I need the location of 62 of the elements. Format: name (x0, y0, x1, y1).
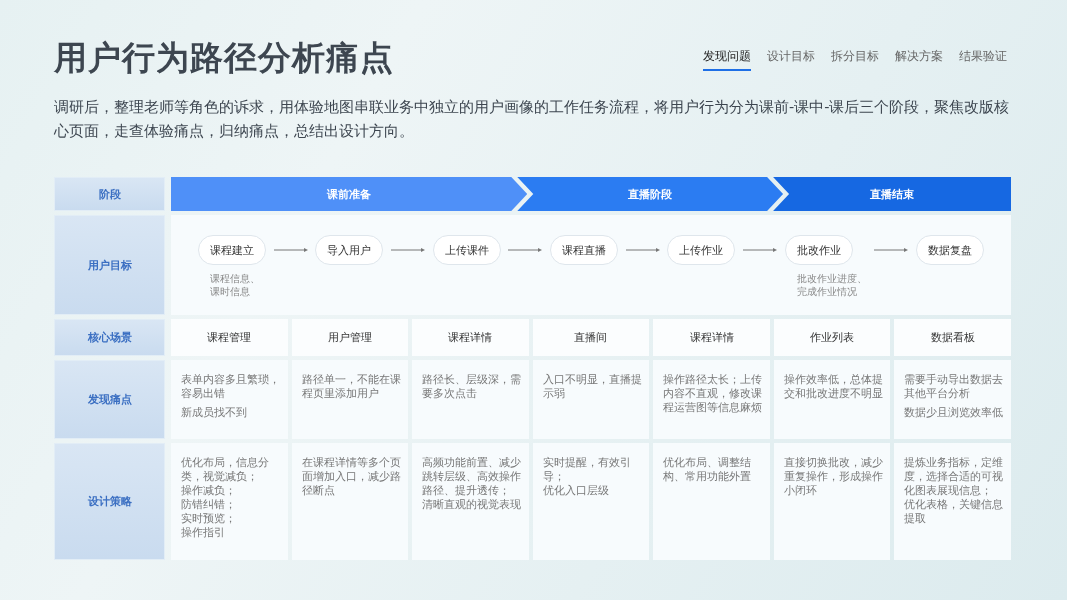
strategy-text: 实时提醒，有效引导； (542, 455, 632, 483)
pain-point-text: 需要手动导出数据去其他平台分析 (904, 372, 1005, 400)
row-label: 发现痛点 (54, 360, 165, 439)
stage-banner: 课前准备 (171, 177, 528, 211)
pain-point-text: 数据少且浏览效率低 (904, 405, 1005, 419)
strategy-text: 优化入口层级 (542, 483, 610, 497)
goal-note: 完成作业情况 (795, 285, 858, 298)
strategy-text: 在课程详情等多个页面增加入口，减少路径断点 (301, 455, 402, 497)
scene-cell: 课程管理 (171, 319, 288, 356)
strategy-text: 高频功能前置、减少跳转层级、高效操作路径、提升透传； (422, 455, 523, 497)
pain-point-text: 表单内容多且繁琐，容易出错 (181, 372, 281, 400)
row-label: 设计策略 (54, 443, 165, 560)
goal-note: 课时信息 (209, 285, 251, 298)
nav-tab[interactable]: 解决方案 (895, 48, 943, 73)
goal-step: 课程直播 (549, 235, 618, 265)
stage-banner: 直播结束 (773, 177, 1011, 211)
strategy-text: 防错纠错； (181, 497, 237, 511)
row-label: 核心场景 (54, 319, 165, 356)
intro-paragraph: 调研后，整理老师等角色的诉求，用体验地图串联业务中独立的用户画像的工作任务流程，将用户行为分为课前-课中-课后三个阶段，聚焦改版核心页面，走查体验痛点，归纳痛点，总结出设计方向。 (54, 98, 1011, 141)
strategy-text: 清晰直观的视觉表现 (422, 497, 523, 511)
strategy-text: 直接切换批改，减少重复操作，形成操作小闭环 (783, 455, 884, 497)
goal-note: 批改作业进度、 (795, 272, 867, 285)
strategy-text: 优化表格，关键信息提取 (904, 497, 1005, 525)
arrow-icon (390, 248, 425, 252)
strategy-text: 优化布局，信息分类，视觉减负； (181, 455, 270, 483)
goal-step: 上传课件 (432, 235, 501, 265)
goal-step: 导入用户 (315, 235, 384, 265)
pain-point-text: 路径长、层级深，需要多次点击 (422, 372, 523, 400)
goal-step: 上传作业 (667, 235, 736, 265)
nav-tab[interactable]: 发现问题 (703, 48, 751, 73)
row-label: 用户目标 (54, 215, 165, 315)
goal-step: 数据复盘 (915, 235, 984, 265)
arrow-icon (874, 248, 909, 252)
row-label: 阶段 (54, 177, 165, 211)
arrow-icon (508, 248, 543, 252)
goal-step: 课程建立 (198, 235, 266, 265)
nav-tab[interactable]: 拆分目标 (831, 48, 879, 73)
page-title: 用户行为路径分析痛点 (54, 37, 394, 79)
arrow-icon (273, 248, 308, 252)
strategy-text: 优化布局、调整结构、常用功能外置 (663, 455, 753, 483)
goal-step: 批改作业 (784, 235, 853, 265)
stage-banner: 直播阶段 (517, 177, 784, 211)
nav-tab[interactable]: 结果验证 (959, 48, 1007, 73)
pain-point-text: 路径单一，不能在课程页里添加用户 (301, 372, 402, 400)
pain-point-text: 操作效率低，总体提交和批改进度不明显 (783, 372, 884, 400)
pain-point-text: 操作路径太长；上传内容不直观，修改课程运营图等信息麻烦 (663, 372, 764, 414)
scene-cell: 数据看板 (894, 319, 1011, 356)
nav-tab[interactable]: 设计目标 (767, 48, 815, 73)
scene-cell: 直播间 (532, 319, 650, 356)
goal-note: 课程信息、 (209, 272, 260, 285)
pain-point-text: 入口不明显，直播提示弱 (542, 372, 643, 400)
arrow-icon (742, 248, 777, 252)
scene-cell: 课程详情 (653, 319, 770, 356)
scene-cell: 用户管理 (291, 319, 409, 356)
scene-cell: 作业列表 (773, 319, 891, 356)
strategy-text: 实时预览； (181, 511, 237, 525)
strategy-text: 操作指引 (181, 525, 226, 539)
strategy-text: 提炼业务指标，定维度，选择合适的可视化图表展现信息； (904, 455, 1005, 497)
scene-cell: 课程详情 (412, 319, 529, 356)
pain-point-text: 新成员找不到 (181, 405, 248, 419)
arrow-icon (625, 248, 660, 252)
strategy-text: 操作减负； (181, 483, 237, 497)
